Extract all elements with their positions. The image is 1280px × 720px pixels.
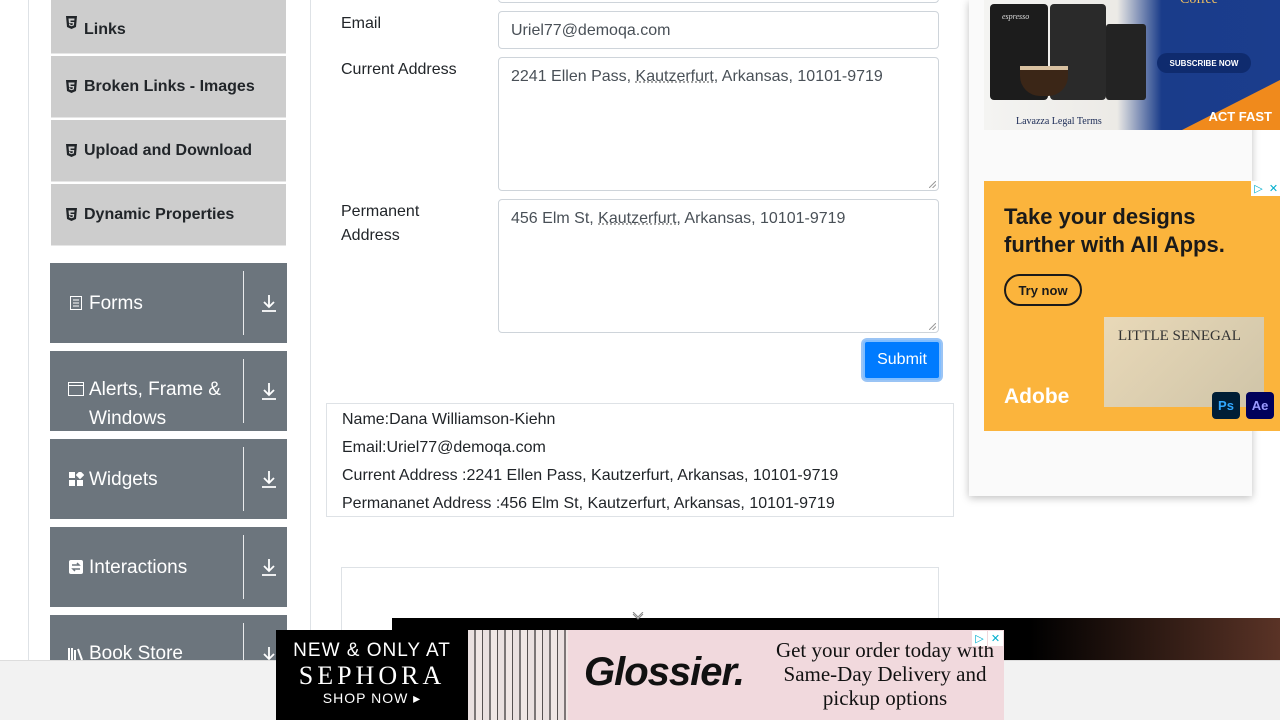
- html5-icon: [65, 80, 77, 93]
- current-address-text: 2241 Ellen Pass, Kautzerfurt, Arkansas, …: [511, 68, 883, 85]
- ad-try-now-button[interactable]: Try now: [1004, 274, 1082, 306]
- ad-bottom-message: Get your order today with Same-Day Deliv…: [775, 638, 995, 710]
- current-address-label: Current Address: [341, 61, 457, 78]
- resize-handle-icon[interactable]: [929, 181, 936, 188]
- sidebar-group-forms[interactable]: Forms: [50, 263, 287, 343]
- output-panel: Name:Dana Williamson-Kiehn Email:Uriel77…: [326, 403, 954, 517]
- photoshop-icon: Ps: [1212, 392, 1240, 419]
- html5-icon: [65, 144, 77, 157]
- ad-adobe-photo-text: LITTLE SENEGAL: [1118, 328, 1241, 344]
- permanent-address-text: 456 Elm St, Kautzerfurt, Arkansas, 10101…: [511, 210, 846, 227]
- ad-shop-now-link[interactable]: SHOP NOW ▸: [276, 690, 468, 707]
- ad-legal-terms[interactable]: Lavazza Legal Terms: [1016, 116, 1102, 127]
- group-divider: [243, 535, 244, 599]
- group-divider: [243, 447, 244, 511]
- group-label: Forms: [89, 292, 143, 314]
- ad-close-icon[interactable]: ✕: [988, 631, 1003, 646]
- email-label: Email: [341, 15, 382, 32]
- ad-subscribe-button[interactable]: SUBSCRIBE NOW: [1157, 53, 1251, 73]
- adchoices-icon[interactable]: ▷: [972, 631, 987, 646]
- name-field[interactable]: [498, 0, 939, 3]
- download-arrow-icon[interactable]: [260, 293, 278, 313]
- group-label: Book Store Application: [89, 643, 183, 660]
- email-field-value: Uriel77@demoqa.com: [511, 22, 671, 39]
- ad-coffee-title: Coffee: [1180, 0, 1218, 8]
- document-icon: [68, 295, 84, 311]
- email-field[interactable]: Uriel77@demoqa.com: [498, 11, 939, 49]
- output-name: Name:Dana Williamson-Kiehn: [342, 411, 556, 428]
- glossier-logo: Glossier.: [584, 650, 745, 694]
- sidebar-group-interactions[interactable]: Interactions: [50, 527, 287, 607]
- after-effects-icon: Ae: [1246, 392, 1274, 419]
- widgets-icon: [68, 471, 84, 487]
- ad-product-image: [468, 630, 568, 720]
- sidebar-item-label: Upload and Download: [84, 141, 252, 159]
- sidebar-item-links[interactable]: Links: [51, 0, 286, 54]
- sidebar-group-widgets[interactable]: Widgets: [50, 439, 287, 519]
- download-arrow-icon[interactable]: [260, 557, 278, 577]
- download-arrow-icon[interactable]: [260, 381, 278, 401]
- sidebar-item-label: Dynamic Properties: [84, 205, 235, 223]
- group-divider: [243, 623, 244, 660]
- interactions-icon: [68, 559, 84, 575]
- ad-adobe-banner[interactable]: Take your designs further with All Apps.…: [984, 181, 1280, 431]
- sidebar-item-label: Links: [84, 20, 126, 38]
- sidebar-item-label: Broken Links - Images: [84, 77, 255, 95]
- book-icon: [68, 646, 84, 660]
- output-email: Email:Uriel77@demoqa.com: [342, 439, 546, 456]
- chevron-down-icon[interactable]: [632, 612, 644, 622]
- sidebar-group-book-store[interactable]: Book Store Application: [50, 615, 287, 660]
- permanent-address-label: Permanent Address: [341, 203, 420, 244]
- ad-sephora-line1: NEW & ONLY AT: [293, 640, 451, 661]
- permanent-address-textarea[interactable]: 456 Elm St, Kautzerfurt, Arkansas, 10101…: [498, 199, 939, 333]
- html5-icon: [65, 16, 77, 29]
- ad-sephora-panel: NEW & ONLY AT SEPHORA SHOP NOW ▸: [276, 630, 468, 720]
- adobe-logo: Adobe: [1004, 385, 1070, 408]
- sidebar-item-upload-download[interactable]: Upload and Download: [51, 120, 286, 182]
- output-current-address: Current Address :2241 Ellen Pass, Kautze…: [342, 467, 839, 484]
- current-address-textarea[interactable]: 2241 Ellen Pass, Kautzerfurt, Arkansas, …: [498, 57, 939, 191]
- window-icon: [68, 381, 84, 397]
- download-arrow-icon[interactable]: [260, 469, 278, 489]
- ad-coffee-banner[interactable]: espresso Coffee SUBSCRIBE NOW ACT FAST L…: [984, 0, 1280, 130]
- group-label: Widgets: [89, 468, 158, 490]
- sephora-logo: SEPHORA: [298, 661, 446, 690]
- page: Links Broken Links - Images Upload and D…: [0, 0, 1280, 720]
- ad-bottom-banner[interactable]: NEW & ONLY AT SEPHORA SHOP NOW ▸ Glossie…: [276, 630, 1004, 720]
- sidebar-group-alerts[interactable]: Alerts, Frame & Windows: [50, 351, 287, 431]
- output-permanent-address: Permananet Address :456 Elm St, Kautzerf…: [342, 495, 835, 512]
- group-label: Alerts, Frame & Windows: [89, 379, 221, 429]
- coffee-can-image: [1106, 24, 1146, 100]
- group-divider: [243, 271, 244, 335]
- html5-icon: [65, 208, 77, 221]
- sidebar-item-broken-links[interactable]: Broken Links - Images: [51, 56, 286, 118]
- group-divider: [243, 359, 244, 423]
- submit-button[interactable]: Submit: [863, 340, 941, 380]
- adchoices-icon[interactable]: ▷: [1251, 181, 1266, 196]
- ad-close-icon[interactable]: ✕: [1266, 181, 1280, 196]
- resize-handle-icon[interactable]: [929, 323, 936, 330]
- content-divider: [310, 0, 311, 660]
- group-label: Interactions: [89, 556, 188, 578]
- ad-act-fast: ACT FAST: [1208, 109, 1272, 124]
- ad-adobe-headline: Take your designs further with All Apps.: [1004, 204, 1225, 257]
- left-divider: [28, 0, 29, 660]
- sidebar-item-dynamic-properties[interactable]: Dynamic Properties: [51, 184, 286, 246]
